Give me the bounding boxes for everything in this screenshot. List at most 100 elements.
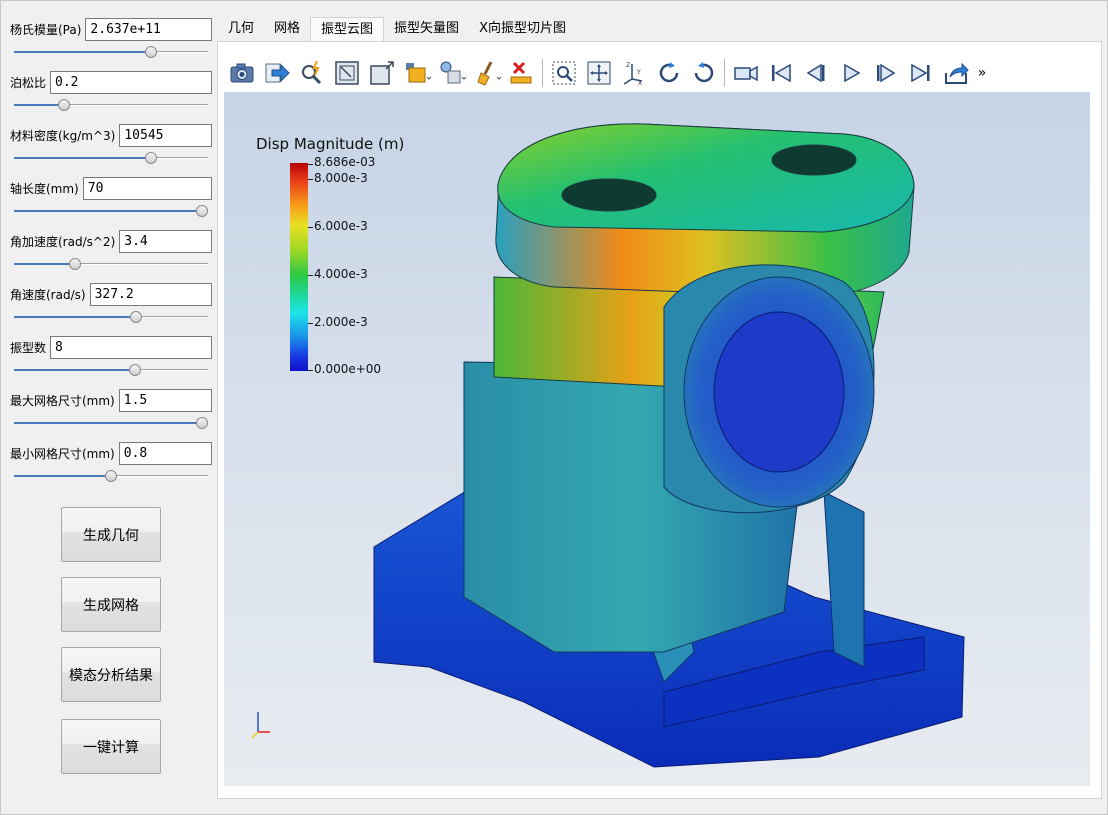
legend-tick-max: 8.686e-03 [314, 155, 376, 169]
min-mesh-size-slider[interactable] [14, 469, 208, 483]
slider-handle[interactable] [105, 470, 117, 482]
legend-tick-mark [308, 227, 313, 228]
rotate-ccw-icon[interactable] [686, 57, 721, 89]
param-label: 轴长度(mm) [10, 181, 79, 196]
export-arrow-icon[interactable] [259, 57, 294, 89]
tab-mode-contour[interactable]: 振型云图 [310, 17, 385, 41]
modal-results-button[interactable]: 模态分析结果 [61, 647, 161, 702]
poisson-ratio-slider[interactable] [14, 98, 208, 112]
param-shaft-length: 轴长度(mm) 70 [10, 176, 212, 218]
zoom-area-icon[interactable] [546, 57, 581, 89]
legend-tick-8e-3: 8.000e-3 [314, 171, 368, 185]
probe-icon[interactable] [294, 57, 329, 89]
legend-title: Disp Magnitude (m) [256, 135, 405, 153]
mode-shape-model [251, 123, 965, 768]
ruler-icon[interactable] [504, 57, 539, 89]
tab-geometry[interactable]: 几何 [218, 17, 264, 41]
shaft-length-slider[interactable] [14, 204, 208, 218]
pan-icon[interactable] [581, 57, 616, 89]
viewer-toolbar: ZYX » [224, 54, 1090, 92]
param-mode-count: 振型数 8 [10, 335, 212, 377]
param-label: 泊松比 [10, 75, 47, 90]
min-mesh-size-input[interactable]: 0.8 [118, 441, 212, 465]
share-export-icon[interactable] [938, 57, 973, 89]
mode-count-input[interactable]: 8 [50, 335, 212, 359]
param-density: 材料密度(kg/m^3) 10545 [10, 123, 212, 165]
video-camera-icon[interactable] [728, 57, 763, 89]
param-label: 材料密度(kg/m^3) [10, 128, 116, 143]
svg-text:Y: Y [636, 69, 641, 76]
legend-tick-mark [308, 323, 313, 324]
slider-handle[interactable] [58, 99, 70, 111]
last-frame-icon[interactable] [903, 57, 938, 89]
param-min-mesh-size: 最小网格尺寸(mm) 0.8 [10, 441, 212, 483]
tab-mesh[interactable]: 网格 [264, 17, 310, 41]
generate-mesh-button[interactable]: 生成网格 [61, 577, 161, 632]
slider-handle[interactable] [129, 364, 141, 376]
param-label: 角加速度(rad/s^2) [10, 234, 116, 249]
generate-geometry-button[interactable]: 生成几何 [61, 507, 161, 562]
param-youngs-modulus: 杨氏模量(Pa) 2.637e+11 [10, 17, 212, 59]
first-frame-icon[interactable] [763, 57, 798, 89]
legend-tick-2e-3: 2.000e-3 [314, 315, 368, 329]
slider-handle[interactable] [196, 417, 208, 429]
legend-tick-4e-3: 4.000e-3 [314, 267, 368, 281]
step-forward-icon[interactable] [868, 57, 903, 89]
svg-text:X: X [638, 80, 642, 87]
toolbar-overflow-button[interactable]: » [973, 65, 991, 81]
slider-handle[interactable] [145, 46, 157, 58]
fit-view-icon[interactable] [329, 57, 364, 89]
legend-tick-mark [308, 164, 313, 165]
density-slider[interactable] [14, 151, 208, 165]
color-scale-bar [290, 163, 308, 371]
mode-count-slider[interactable] [14, 363, 208, 377]
param-label: 角速度(rad/s) [10, 287, 86, 302]
tab-mode-vector[interactable]: 振型矢量图 [384, 17, 469, 41]
play-icon[interactable] [833, 57, 868, 89]
one-click-compute-button[interactable]: 一键计算 [61, 719, 161, 774]
axes-orientation-icon[interactable]: ZYX [616, 57, 651, 89]
shaft-length-input[interactable]: 70 [82, 176, 212, 200]
svg-text:Z: Z [626, 62, 630, 69]
slider-handle[interactable] [69, 258, 81, 270]
angular-acceleration-input[interactable]: 3.4 [119, 229, 212, 253]
param-max-mesh-size: 最大网格尺寸(mm) 1.5 [10, 388, 212, 430]
param-angular-velocity: 角速度(rad/s) 327.2 [10, 282, 212, 324]
legend-tick-mark [308, 275, 313, 276]
legend-tick-min: 0.000e+00 [314, 362, 382, 376]
axis-triad [251, 712, 270, 739]
toolbar-separator [542, 59, 543, 87]
max-mesh-size-slider[interactable] [14, 416, 208, 430]
param-poisson-ratio: 泊松比 0.2 [10, 70, 212, 112]
max-mesh-size-input[interactable]: 1.5 [118, 388, 212, 412]
param-label: 杨氏模量(Pa) [10, 22, 82, 37]
render-viewport[interactable]: Disp Magnitude (m) 8.686e-03 8.000e-3 6.… [224, 92, 1090, 786]
camera-icon[interactable] [224, 57, 259, 89]
param-label: 最大网格尺寸(mm) [10, 393, 115, 408]
clear-icon[interactable] [469, 57, 504, 89]
slider-handle[interactable] [130, 311, 142, 323]
angular-acceleration-slider[interactable] [14, 257, 208, 271]
legend-tick-6e-3: 6.000e-3 [314, 219, 368, 233]
zoom-box-icon[interactable] [364, 57, 399, 89]
legend-tick-mark [308, 179, 313, 180]
slider-handle[interactable] [145, 152, 157, 164]
parameter-panel: 杨氏模量(Pa) 2.637e+11 泊松比 0.2 材料密度(kg/m^3) … [0, 0, 218, 815]
toolbar-separator [724, 59, 725, 87]
rotate-cw-icon[interactable] [651, 57, 686, 89]
tab-bar: 几何 网格 振型云图 振型矢量图 X向振型切片图 [218, 17, 576, 41]
legend-tick-mark [308, 370, 313, 371]
youngs-modulus-input[interactable]: 2.637e+11 [85, 17, 212, 41]
display-style-icon[interactable] [399, 57, 434, 89]
angular-velocity-slider[interactable] [14, 310, 208, 324]
density-input[interactable]: 10545 [119, 123, 212, 147]
angular-velocity-input[interactable]: 327.2 [89, 282, 212, 306]
lighting-icon[interactable] [434, 57, 469, 89]
slider-handle[interactable] [196, 205, 208, 217]
param-label: 最小网格尺寸(mm) [10, 446, 115, 461]
poisson-ratio-input[interactable]: 0.2 [50, 70, 212, 94]
youngs-modulus-slider[interactable] [14, 45, 208, 59]
step-back-icon[interactable] [798, 57, 833, 89]
tab-x-mode-slice[interactable]: X向振型切片图 [469, 17, 576, 41]
param-label: 振型数 [10, 340, 47, 355]
